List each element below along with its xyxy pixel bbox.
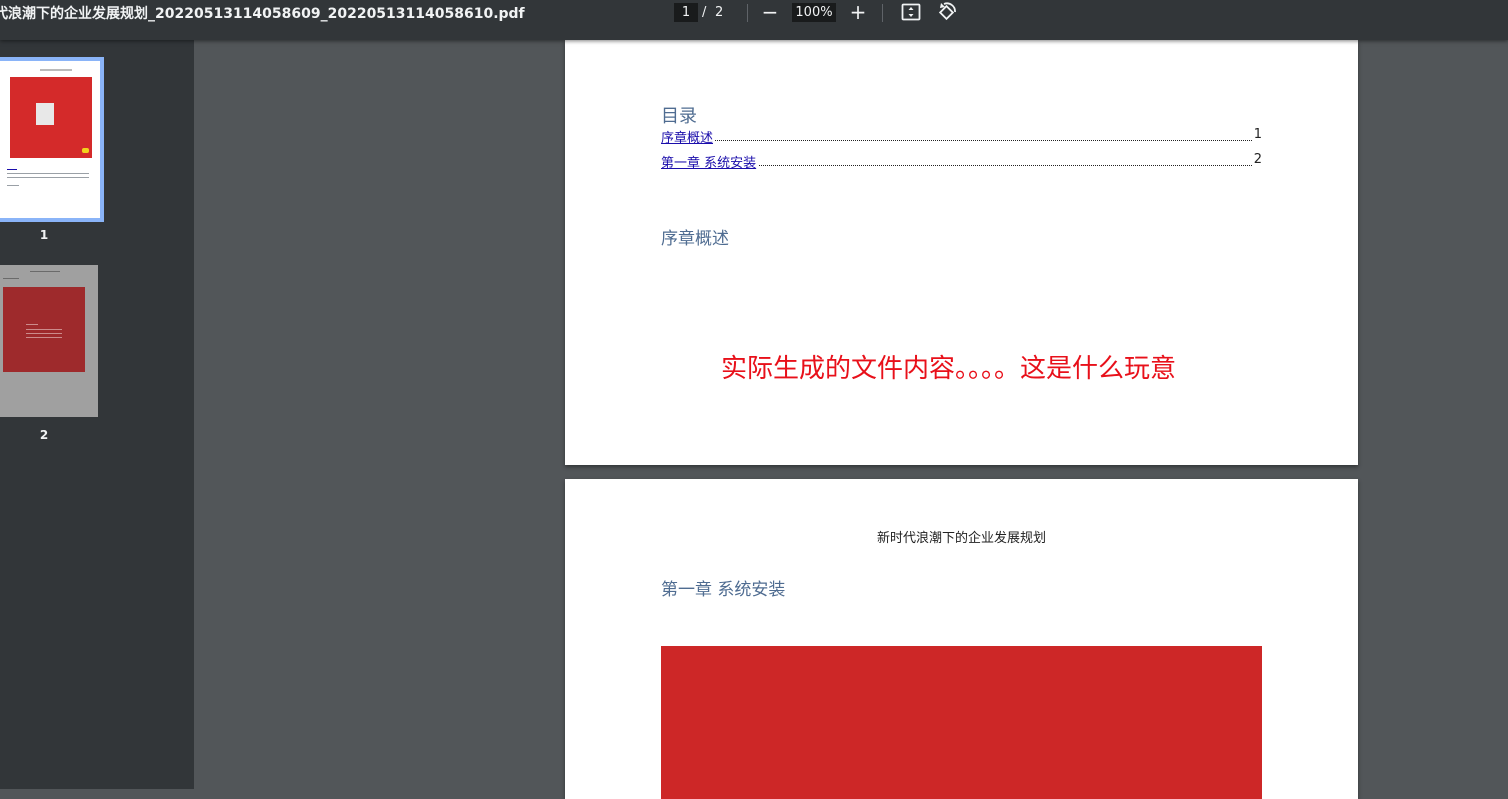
page-header: 新时代浪潮下的企业发展规划 bbox=[876, 531, 1046, 546]
page-thumbnail-1[interactable] bbox=[0, 57, 104, 222]
toc-link-chapter-1[interactable]: 第一章 系统安装 bbox=[661, 152, 759, 171]
toc-dot-leader bbox=[661, 140, 1252, 141]
rotate-counterclockwise-icon bbox=[938, 2, 956, 21]
red-annotation-text: 实际生成的文件内容。。。。这是什么玩意 bbox=[721, 354, 1177, 384]
toc-title: 目录 bbox=[661, 106, 697, 127]
thumbnail-text-line bbox=[3, 278, 19, 279]
thumbnail-text-line bbox=[7, 185, 19, 186]
current-page-input[interactable]: 1 bbox=[674, 3, 698, 22]
thumbnail-header-line bbox=[40, 69, 72, 71]
toc-link-prologue[interactable]: 序章概述 bbox=[661, 127, 716, 146]
thumbnail-label-1: 1 bbox=[39, 228, 49, 242]
thumbnail-text-line bbox=[26, 324, 38, 325]
thumbnail-preview bbox=[0, 61, 100, 218]
toc-entry: 第一章 系统安装 2 bbox=[661, 152, 1262, 171]
thumbnail-figure bbox=[36, 103, 54, 125]
total-pages: 2 bbox=[715, 5, 724, 20]
fit-to-page-button[interactable] bbox=[900, 2, 922, 22]
toolbar-divider bbox=[882, 4, 883, 22]
toc-page-number: 2 bbox=[1251, 152, 1262, 167]
thumbnail-badge bbox=[82, 148, 89, 153]
thumbnail-label-2: 2 bbox=[39, 428, 49, 442]
thumbnail-text-line bbox=[26, 337, 62, 338]
pdf-page-1: 目录 序章概述 1 第一章 系统安装 2 序章概述 实际生成的文件内容。。。。这… bbox=[565, 40, 1358, 465]
document-title: 代浪潮下的企业发展规划_20220513114058609_2022051311… bbox=[0, 6, 525, 22]
toc-entry: 序章概述 1 bbox=[661, 127, 1262, 146]
thumbnail-text-line bbox=[26, 329, 62, 330]
thumbnail-text-line bbox=[7, 177, 89, 178]
thumbnail-link-line bbox=[7, 169, 17, 170]
zoom-level-input[interactable]: 100% bbox=[792, 3, 836, 22]
section-heading-prologue: 序章概述 bbox=[661, 229, 729, 249]
zoom-in-button[interactable]: + bbox=[848, 1, 868, 23]
toc-page-number: 1 bbox=[1251, 127, 1262, 142]
chapter-heading: 第一章 系统安装 bbox=[661, 580, 786, 600]
thumbnail-header-line bbox=[30, 271, 60, 272]
thumbnail-text-line bbox=[26, 333, 62, 334]
zoom-out-button[interactable]: − bbox=[760, 1, 780, 23]
page-separator: / bbox=[702, 5, 707, 20]
toolbar-divider bbox=[747, 4, 748, 22]
page-thumbnail-2[interactable] bbox=[0, 265, 98, 417]
thumbnail-text-line bbox=[7, 173, 89, 174]
rotate-button[interactable] bbox=[936, 2, 958, 22]
pdf-page-2: 新时代浪潮下的企业发展规划 第一章 系统安装 bbox=[565, 479, 1358, 799]
red-image-block bbox=[661, 646, 1262, 799]
pdf-toolbar: 代浪潮下的企业发展规划_20220513114058609_2022051311… bbox=[0, 0, 1508, 40]
fit-to-page-icon bbox=[901, 3, 921, 21]
